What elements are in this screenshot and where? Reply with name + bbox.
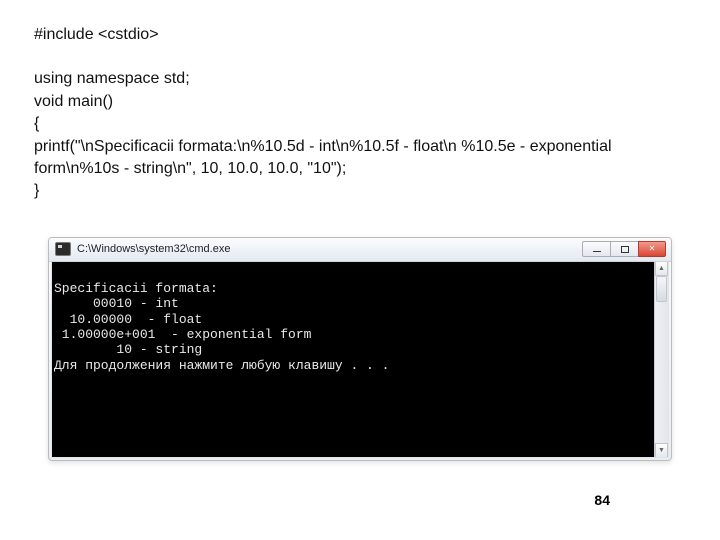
term-line: 00010 - int xyxy=(54,296,179,311)
code-line: #include <cstdio> xyxy=(34,24,686,46)
page-number: 84 xyxy=(594,492,610,508)
code-line: using namespace std; xyxy=(34,68,686,90)
vertical-scrollbar[interactable]: ▲ ▼ xyxy=(654,262,668,457)
window-title: C:\Windows\system32\cmd.exe xyxy=(77,243,582,255)
scroll-thumb[interactable] xyxy=(656,276,667,302)
code-line: void main() xyxy=(34,91,686,113)
term-line: 10 - string xyxy=(54,342,202,357)
minimize-button[interactable] xyxy=(582,241,610,257)
code-line: } xyxy=(34,180,686,202)
terminal-client: Specificacii formata: 00010 - int 10.000… xyxy=(51,262,669,458)
term-line: Для продолжения нажмите любую клавишу . … xyxy=(54,358,389,373)
terminal-output: Specificacii formata: 00010 - int 10.000… xyxy=(52,266,668,373)
maximize-button[interactable] xyxy=(610,241,638,257)
scroll-up-button[interactable]: ▲ xyxy=(655,262,668,276)
close-button[interactable]: ✕ xyxy=(638,241,666,257)
code-line: printf("\nSpecificacii formata:\n%10.5d … xyxy=(34,136,686,181)
code-line: { xyxy=(34,113,686,135)
term-line: Specificacii formata: xyxy=(54,281,218,296)
titlebar[interactable]: C:\Windows\system32\cmd.exe ✕ xyxy=(49,238,671,262)
term-line: 10.00000 - float xyxy=(54,312,202,327)
term-line: 1.00000e+001 - exponential form xyxy=(54,327,311,342)
page-content: #include <cstdio> using namespace std; v… xyxy=(0,0,720,461)
source-code: #include <cstdio> using namespace std; v… xyxy=(34,24,686,203)
scroll-down-button[interactable]: ▼ xyxy=(655,443,668,457)
console-screenshot: C:\Windows\system32\cmd.exe ✕ Specificac… xyxy=(48,237,672,461)
cmd-window: C:\Windows\system32\cmd.exe ✕ Specificac… xyxy=(48,237,672,461)
cmd-icon xyxy=(55,242,71,256)
window-controls: ✕ xyxy=(582,241,666,257)
